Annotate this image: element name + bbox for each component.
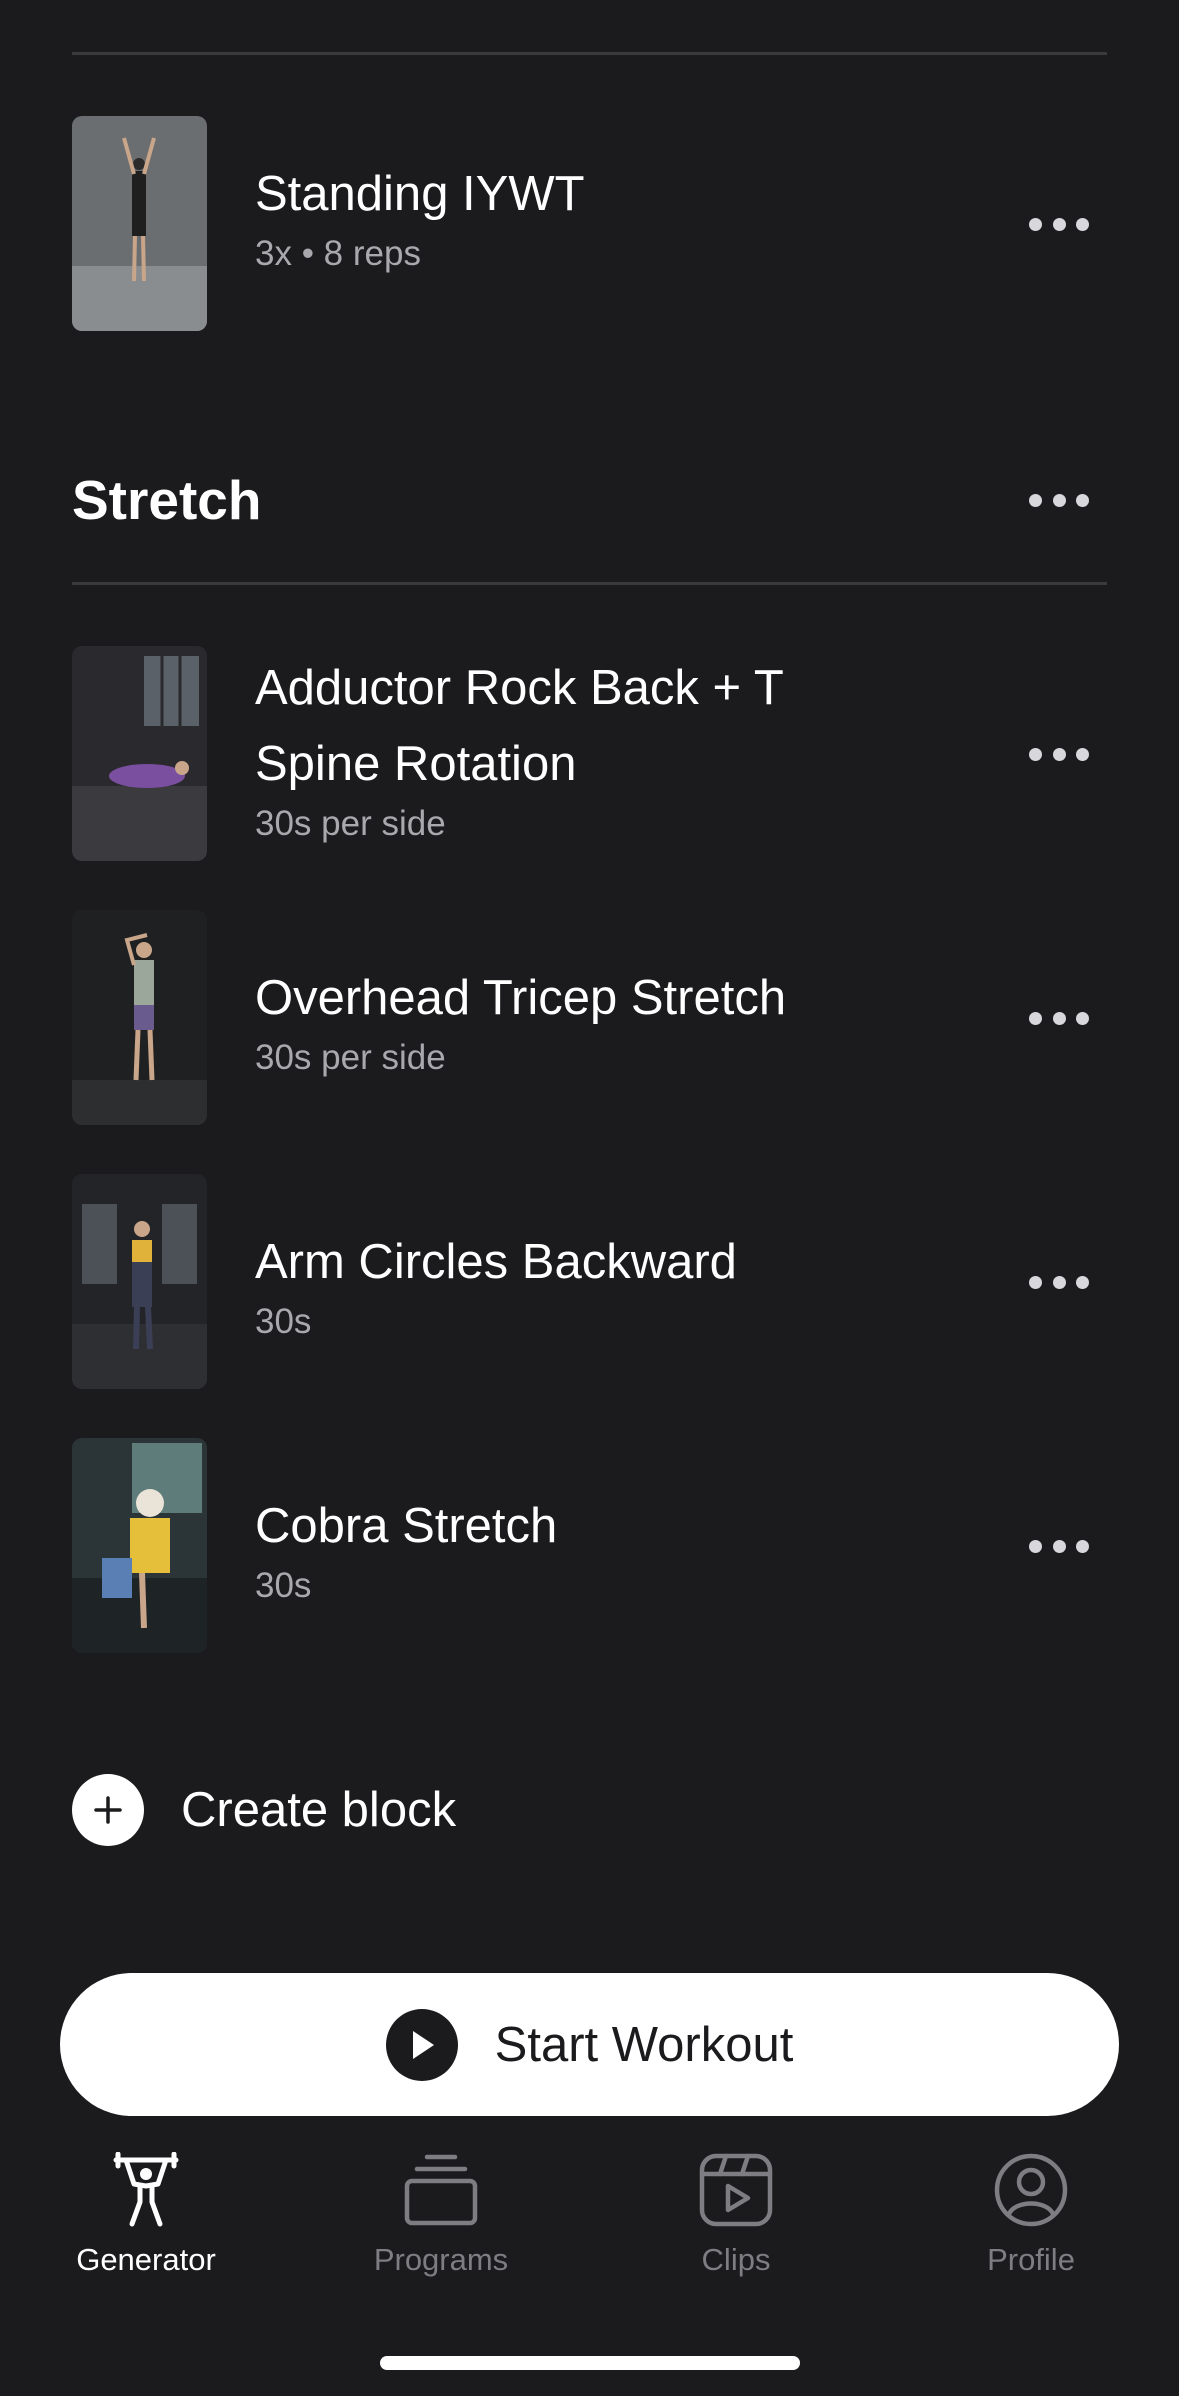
workout-screen: Standing IYWT 3x • 8 reps Stretch Adduct… xyxy=(0,0,1179,2396)
exercise-detail: 30s per side xyxy=(255,1038,446,1077)
exercise-name: Arm Circles Backward xyxy=(255,1235,737,1289)
plus-icon xyxy=(72,1774,144,1846)
exercise-detail: 3x • 8 reps xyxy=(255,234,421,273)
tab-clips[interactable]: Clips xyxy=(616,2150,856,2278)
exercise-name: Adductor Rock Back + T Spine Rotation xyxy=(255,661,783,791)
more-options-icon[interactable] xyxy=(1029,1526,1089,1566)
tab-label: Profile xyxy=(987,2242,1075,2277)
exercise-detail: 30s xyxy=(255,1566,312,1605)
exercise-name: Overhead Tricep Stretch xyxy=(255,971,787,1025)
tab-generator[interactable]: Generator xyxy=(26,2150,266,2278)
exercise-row[interactable]: Arm Circles Backward 30s xyxy=(72,1174,1107,1389)
exercise-name: Standing IYWT xyxy=(255,167,585,221)
exercise-row[interactable]: Standing IYWT 3x • 8 reps xyxy=(72,116,1107,331)
profile-icon xyxy=(991,2150,1071,2230)
more-options-icon[interactable] xyxy=(1029,1262,1089,1302)
video-clip-icon xyxy=(696,2150,776,2230)
tab-label: Generator xyxy=(76,2242,216,2277)
section-divider xyxy=(72,52,1107,55)
tab-label: Programs xyxy=(373,2242,509,2277)
home-indicator[interactable] xyxy=(380,2356,800,2370)
exercise-row[interactable]: Overhead Tricep Stretch 30s per side xyxy=(72,910,1107,1125)
stack-icon xyxy=(401,2150,481,2230)
exercise-detail: 30s xyxy=(255,1302,312,1341)
weightlifter-icon xyxy=(106,2150,186,2230)
tab-label: Clips xyxy=(701,2242,771,2277)
exercise-thumbnail xyxy=(72,910,207,1125)
create-block-label: Create block xyxy=(181,1783,457,1837)
exercise-detail: 30s per side xyxy=(255,804,446,843)
section-title: Stretch xyxy=(72,469,262,531)
exercise-thumbnail xyxy=(72,116,207,331)
exercise-thumbnail xyxy=(72,1438,207,1653)
exercise-row[interactable]: Adductor Rock Back + T Spine Rotation 30… xyxy=(72,646,1107,861)
create-block-button[interactable]: Create block xyxy=(72,1774,456,1846)
exercise-thumbnail xyxy=(72,646,207,861)
exercise-name: Cobra Stretch xyxy=(255,1499,558,1553)
exercise-row[interactable]: Cobra Stretch 30s xyxy=(72,1438,1107,1653)
start-workout-button[interactable]: Start Workout xyxy=(60,1973,1119,2116)
tab-programs[interactable]: Programs xyxy=(321,2150,561,2278)
more-options-icon[interactable] xyxy=(1029,998,1089,1038)
more-options-icon[interactable] xyxy=(1029,204,1089,244)
exercise-thumbnail xyxy=(72,1174,207,1389)
section-divider xyxy=(72,582,1107,585)
section-more-icon[interactable] xyxy=(1029,480,1089,520)
bottom-tab-bar: Generator Programs Clips Profile xyxy=(0,2150,1179,2300)
play-icon xyxy=(385,2008,458,2081)
more-options-icon[interactable] xyxy=(1029,734,1089,774)
tab-profile[interactable]: Profile xyxy=(911,2150,1151,2278)
start-workout-label: Start Workout xyxy=(494,2017,794,2072)
